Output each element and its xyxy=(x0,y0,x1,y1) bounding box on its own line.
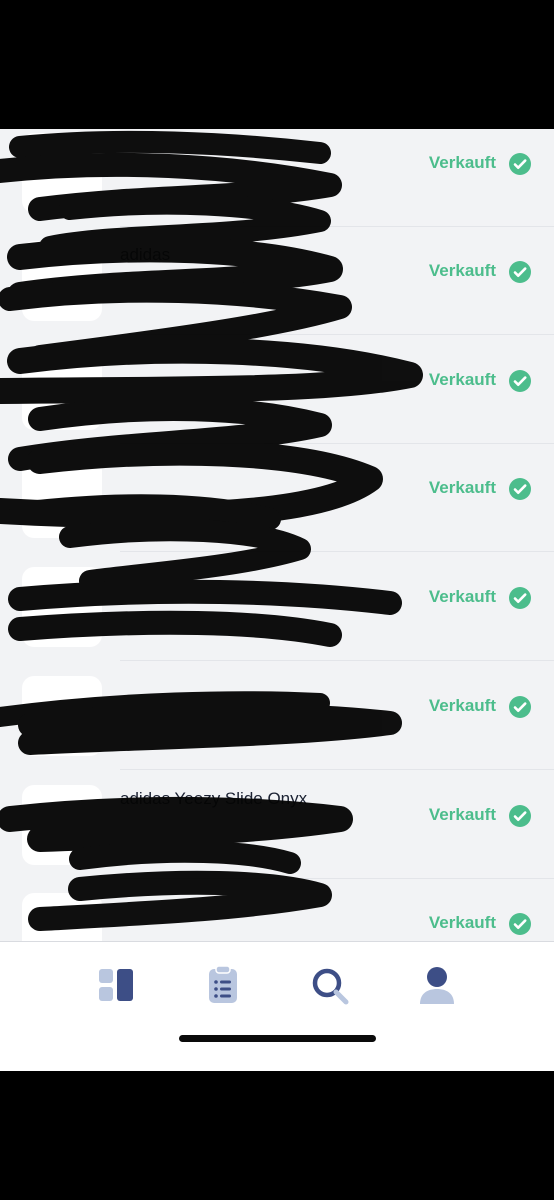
row-separator xyxy=(120,551,554,552)
status-label: Verkauft xyxy=(428,478,496,497)
status-label: Verkauft xyxy=(428,261,496,280)
product-name: adidas xyxy=(120,245,171,264)
check-circle-icon xyxy=(509,805,531,827)
profile-icon[interactable] xyxy=(415,964,459,1008)
product-thumbnail xyxy=(22,133,102,213)
status-label: Verkauft xyxy=(428,153,496,172)
list-item[interactable]: adidas Verkauft xyxy=(0,227,554,335)
product-thumbnail xyxy=(22,893,102,941)
tab-bar xyxy=(0,941,554,1071)
list-item[interactable]: Verkauft xyxy=(0,662,554,770)
home-indicator xyxy=(179,1035,376,1042)
check-circle-icon xyxy=(509,153,531,175)
list-item[interactable]: adidas Yeezy Slide Onyx Verkauft xyxy=(0,771,554,879)
status-label: Verkauft xyxy=(428,913,496,932)
list-item[interactable]: Verkauft xyxy=(0,879,554,941)
list-item[interactable]: Verkauft xyxy=(0,129,554,227)
list-item[interactable]: Verkauft xyxy=(0,336,554,444)
check-circle-icon xyxy=(509,370,531,392)
check-circle-icon xyxy=(509,913,531,935)
product-thumbnail xyxy=(22,458,102,538)
row-separator xyxy=(120,660,554,661)
status-label: Verkauft xyxy=(428,696,496,715)
row-separator xyxy=(120,334,554,335)
product-name: adidas Yeezy Slide Onyx xyxy=(120,789,308,808)
product-thumbnail xyxy=(22,567,102,647)
row-separator xyxy=(120,769,554,770)
sold-items-list[interactable]: Verkauft adidas Verkauft Verkauft Verkau… xyxy=(0,129,554,941)
orders-icon[interactable] xyxy=(201,964,245,1008)
check-circle-icon xyxy=(509,587,531,609)
search-icon[interactable] xyxy=(308,964,352,1008)
product-thumbnail xyxy=(22,350,102,430)
check-circle-icon xyxy=(509,478,531,500)
product-thumbnail xyxy=(22,676,102,756)
product-thumbnail xyxy=(22,241,102,321)
dashboard-icon[interactable] xyxy=(95,964,139,1008)
app-screen: Verkauft adidas Verkauft Verkauft Verkau… xyxy=(0,129,554,1071)
list-item[interactable]: Verkauft xyxy=(0,444,554,552)
status-label: Verkauft xyxy=(428,805,496,824)
product-thumbnail xyxy=(22,785,102,865)
check-circle-icon xyxy=(509,696,531,718)
status-label: Verkauft xyxy=(428,370,496,389)
list-item[interactable]: Verkauft xyxy=(0,553,554,661)
check-circle-icon xyxy=(509,261,531,283)
status-label: Verkauft xyxy=(428,587,496,606)
